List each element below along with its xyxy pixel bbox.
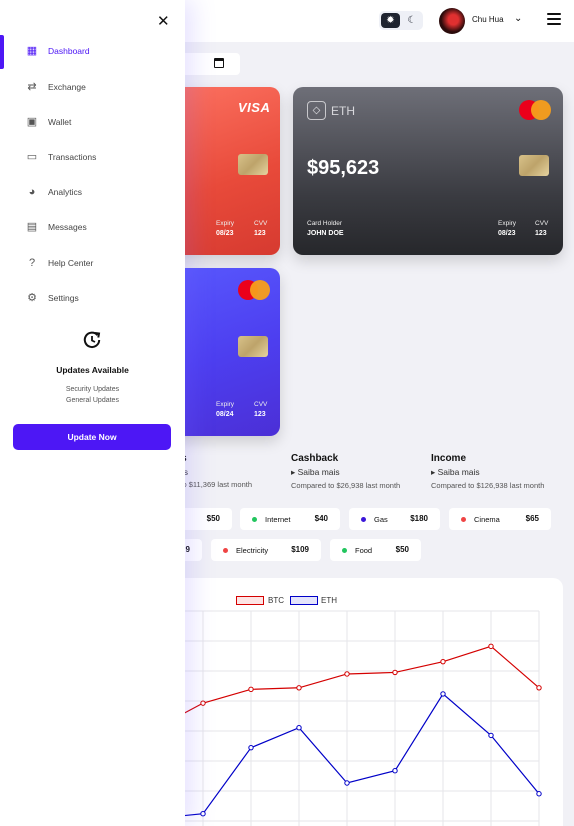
series-line-btc	[156, 645, 540, 729]
sidebar-item-label: Analytics	[48, 187, 83, 197]
sidebar-item-label: Dashboard	[48, 46, 90, 56]
dashboard-icon: ▦	[26, 45, 38, 57]
help-icon: ?	[28, 257, 36, 269]
series-line-eth	[156, 693, 540, 819]
data-point-btc[interactable]	[536, 685, 542, 691]
data-point-btc[interactable]	[488, 643, 494, 650]
data-point-btc[interactable]	[392, 669, 398, 676]
sidebar-item-transactions[interactable]: ▭ Transactions	[0, 145, 185, 169]
data-point-eth[interactable]	[392, 768, 398, 774]
sidebar-item-wallet[interactable]: ▣ Wallet	[0, 110, 185, 134]
updates-general: General Updates	[66, 397, 119, 404]
data-point-eth[interactable]	[248, 744, 254, 751]
updates-security: Security Updates	[65, 386, 120, 393]
sidebar-item-label: Messages	[48, 222, 87, 232]
sidebar-item-label: Help Center	[48, 258, 94, 268]
card-icon: ▭	[26, 151, 38, 163]
gear-icon: ⚙	[27, 292, 37, 304]
message-icon: ▤	[26, 221, 38, 233]
sidebar: ✕ ▦ Dashboard ⇄ Exchange ▣ Wallet ▭ Tran…	[0, 0, 185, 826]
data-point-btc[interactable]	[200, 700, 206, 706]
sidebar-item-dashboard[interactable]: ▦ Dashboard	[0, 39, 185, 63]
sidebar-item-exchange[interactable]: ⇄ Exchange	[0, 75, 185, 99]
data-point-eth[interactable]	[344, 780, 350, 786]
data-point-btc[interactable]	[440, 658, 446, 665]
close-icon[interactable]: ✕	[157, 12, 170, 30]
data-point-eth[interactable]	[440, 691, 446, 697]
sidebar-item-settings[interactable]: ⚙ Settings	[0, 286, 185, 310]
exchange-icon: ⇄	[27, 81, 37, 93]
sidebar-item-help-center[interactable]: ? Help Center	[0, 251, 185, 275]
pie-chart-icon: ◕	[28, 186, 36, 198]
data-point-btc[interactable]	[248, 686, 254, 693]
update-icon	[83, 331, 101, 349]
sidebar-item-analytics[interactable]: ◕ Analytics	[0, 180, 185, 204]
data-point-eth[interactable]	[536, 791, 542, 797]
wallet-icon: ▣	[26, 116, 38, 128]
data-point-eth[interactable]	[296, 725, 302, 731]
update-now-button[interactable]: Update Now	[13, 424, 171, 450]
data-point-btc[interactable]	[344, 671, 350, 677]
data-point-eth[interactable]	[200, 811, 206, 817]
sidebar-item-label: Transactions	[48, 152, 97, 162]
data-point-btc[interactable]	[296, 685, 302, 691]
data-point-eth[interactable]	[488, 732, 494, 739]
sidebar-item-label: Settings	[48, 293, 79, 303]
sidebar-item-label: Wallet	[48, 117, 72, 127]
sidebar-item-label: Exchange	[48, 82, 86, 92]
updates-title: Updates Available	[56, 365, 129, 375]
sidebar-item-messages[interactable]: ▤ Messages	[0, 215, 185, 239]
